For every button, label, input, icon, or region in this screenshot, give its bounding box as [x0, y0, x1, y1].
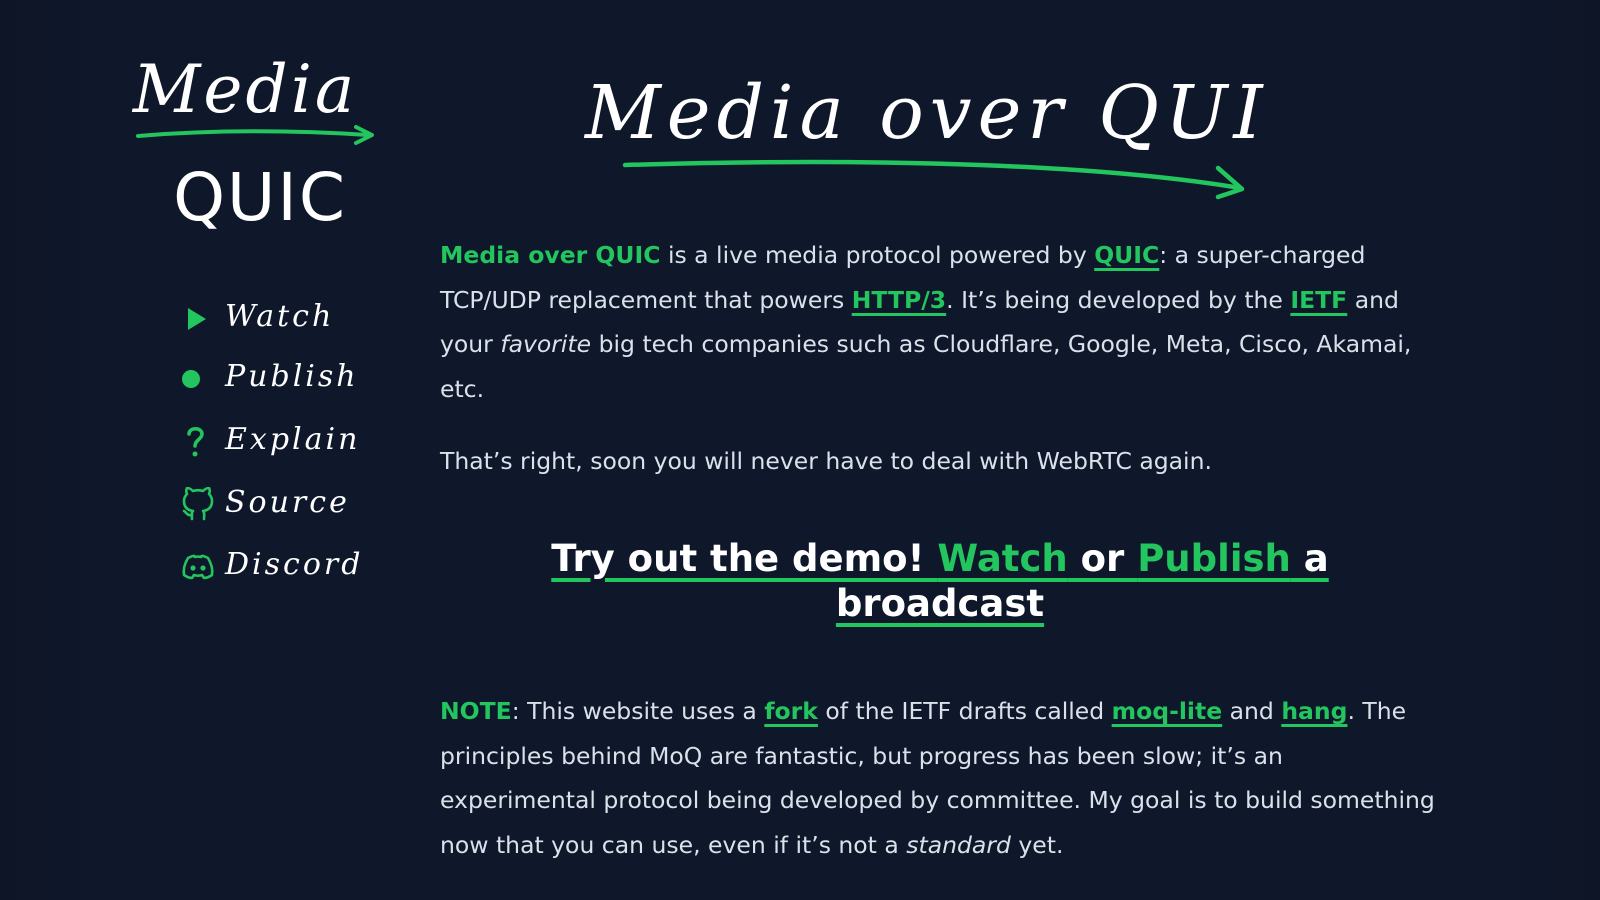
moq-lite-link[interactable]: moq-lite [1112, 697, 1223, 725]
intro-text-1: is a live media protocol powered by [660, 241, 1095, 269]
hero-title: Media over QUIC [583, 70, 1270, 156]
note-label: NOTE [440, 697, 512, 725]
quic-link[interactable]: QUIC [1094, 241, 1159, 269]
nav-item-publish[interactable]: Publish [180, 355, 380, 403]
watch-link[interactable]: Watch [937, 537, 1067, 580]
hero-image: Media over QUIC [583, 70, 1270, 200]
intro-text-3: . It’s being developed by the [946, 285, 1291, 314]
nav-label-discord: Discord [225, 547, 364, 582]
nav-item-watch[interactable]: Watch [180, 295, 380, 343]
fork-link[interactable]: fork [764, 697, 818, 725]
standard-emphasis: standard [906, 830, 1011, 859]
tagline: That’s right, soon you will never have t… [440, 447, 1212, 475]
nav-label-watch: Watch [225, 299, 335, 334]
discord-icon [180, 549, 216, 585]
github-icon [180, 487, 216, 523]
nav-item-explain[interactable]: Explain [180, 418, 380, 466]
http3-link[interactable]: HTTP/3 [852, 286, 946, 314]
cta-lead: Try out the demo! [551, 537, 938, 580]
sidebar: Media QUIC Watch Publish Explain Source … [120, 30, 400, 650]
hang-link[interactable]: hang [1281, 697, 1347, 725]
note-text-1: : This website uses a [511, 697, 765, 725]
logo-home-link[interactable]: Media QUIC [120, 30, 400, 260]
favorite-emphasis: favorite [500, 330, 592, 358]
hero: Media over QUIC [570, 40, 1270, 220]
nav-item-source[interactable]: Source [180, 481, 380, 529]
demo-cta-heading: Try out the demo! Watch or Publish a bro… [500, 536, 1380, 626]
note-text-2: of the IETF drafts called [817, 697, 1112, 725]
question-icon [180, 424, 216, 460]
logo-arrow-line [136, 129, 370, 138]
nav-label-publish: Publish [225, 359, 359, 394]
note-text-3: and [1222, 697, 1282, 725]
intro-paragraph: Media over QUIC is a live media protocol… [440, 233, 1440, 411]
publish-link[interactable]: Publish [1137, 537, 1291, 580]
note-text-5: yet. [1010, 830, 1064, 859]
ietf-link[interactable]: IETF [1290, 286, 1347, 314]
logo-line2: QUIC [173, 159, 347, 236]
hero-arrow-line [622, 159, 1243, 191]
brand-highlight: Media over QUIC [440, 241, 661, 269]
nav-label-explain: Explain [225, 422, 361, 457]
logo-line1: Media [132, 51, 357, 128]
note-paragraph: NOTE: This website uses a fork of the IE… [440, 689, 1440, 867]
play-icon [180, 301, 216, 337]
nav-label-source: Source [225, 485, 350, 520]
record-dot-icon [180, 361, 216, 397]
logo-image: Media QUIC [132, 51, 374, 236]
hero-arrow-head [1215, 165, 1245, 200]
cta-or: or [1067, 537, 1138, 580]
main-content: Media over QUIC Media over QUIC is a liv… [440, 30, 1440, 890]
nav-item-discord[interactable]: Discord [180, 543, 380, 591]
page: Media QUIC Watch Publish Explain Source … [0, 0, 1600, 900]
